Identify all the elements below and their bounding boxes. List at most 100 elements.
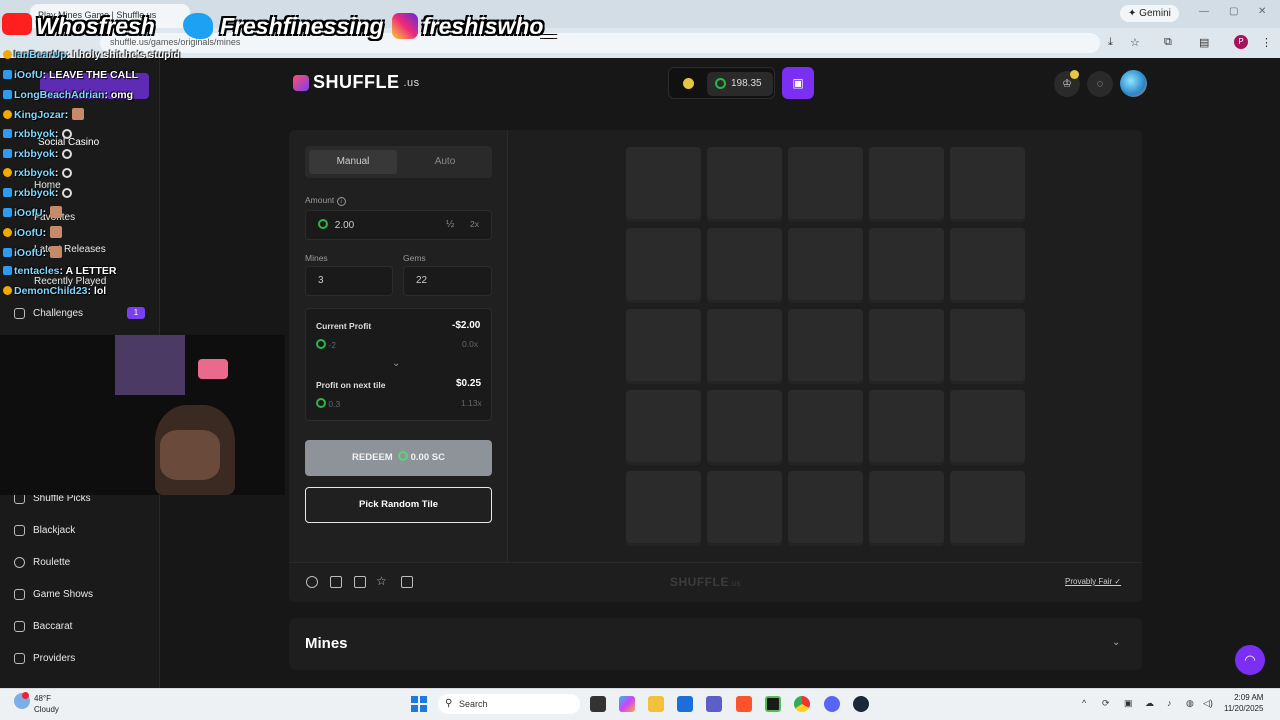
mine-tile[interactable] xyxy=(869,309,944,384)
brave-icon[interactable] xyxy=(736,696,752,712)
site-logo[interactable]: SHUFFLE .us xyxy=(293,72,420,93)
mine-tile[interactable] xyxy=(869,471,944,546)
redeem-button[interactable]: REDEEM 0.00 SC xyxy=(305,440,492,476)
mine-tile[interactable] xyxy=(950,228,1025,303)
user-avatar[interactable] xyxy=(1120,70,1147,97)
chat-overlay: IanBearUp: I holy shit he's stupid iOofU:… xyxy=(0,0,180,300)
mine-tile[interactable] xyxy=(707,147,782,222)
half-button[interactable]: ½ xyxy=(446,219,454,230)
provably-fair-link[interactable]: Provably Fair ✓ xyxy=(1065,577,1121,586)
weather-widget[interactable]: 48°F Cloudy xyxy=(34,693,59,715)
sidepanel-icon[interactable]: ▤ xyxy=(1199,36,1209,49)
mine-tile[interactable] xyxy=(950,147,1025,222)
discord-icon[interactable] xyxy=(824,696,840,712)
steam-icon[interactable] xyxy=(853,696,869,712)
chat-username: KingJozar xyxy=(14,109,65,121)
maximize-icon[interactable]: ▢ xyxy=(1229,6,1238,17)
sidebar-item-providers[interactable]: Providers xyxy=(14,653,75,664)
network-icon[interactable]: ◍ xyxy=(1186,698,1194,709)
kick-app-icon[interactable] xyxy=(765,696,781,712)
tab-manual[interactable]: Manual xyxy=(309,150,397,174)
chat-icon[interactable]: ◌ xyxy=(1087,71,1113,97)
sidebar-item-challenges[interactable]: Challenges xyxy=(14,308,83,319)
balance-display[interactable]: 198.35 xyxy=(707,72,773,96)
copilot-icon[interactable] xyxy=(619,696,635,712)
logo-suffix: .us xyxy=(403,76,420,89)
mine-tile[interactable] xyxy=(626,390,701,465)
info-icon[interactable]: i xyxy=(336,197,346,206)
close-icon[interactable]: ✕ xyxy=(1258,6,1266,17)
mine-tile[interactable] xyxy=(788,309,863,384)
mine-tile[interactable] xyxy=(869,390,944,465)
sidebar-item-blackjack[interactable]: Blackjack xyxy=(14,525,75,536)
chat-emote-icon xyxy=(62,129,73,139)
microphone-icon[interactable]: ♪ xyxy=(1167,698,1172,708)
twitter-icon xyxy=(183,13,213,39)
bookmark-star-icon[interactable]: ☆ xyxy=(1130,36,1140,49)
double-button[interactable]: 2x xyxy=(470,219,479,229)
mine-tile[interactable] xyxy=(707,228,782,303)
mine-tile[interactable] xyxy=(707,471,782,546)
mine-tile[interactable] xyxy=(788,147,863,222)
menu-kebab-icon[interactable]: ⋮ xyxy=(1261,36,1272,49)
mines-select[interactable]: 3 xyxy=(305,266,393,296)
chat-text: : xyxy=(42,247,47,259)
mine-tile[interactable] xyxy=(950,471,1025,546)
stats-chart-icon[interactable] xyxy=(354,576,366,588)
sync-icon[interactable]: ⟳ xyxy=(1102,698,1110,709)
gemini-button[interactable]: ✦ Gemini xyxy=(1120,5,1179,22)
favorite-star-icon[interactable]: ☆ xyxy=(376,574,387,588)
mine-tile[interactable] xyxy=(626,309,701,384)
taskbar-search[interactable]: ⚲ Search xyxy=(438,694,580,714)
mine-tile[interactable] xyxy=(869,228,944,303)
mine-tile[interactable] xyxy=(626,471,701,546)
theatre-mode-icon[interactable] xyxy=(330,576,342,588)
sidebar-item-roulette[interactable]: Roulette xyxy=(14,557,70,568)
webcam-overlay xyxy=(0,335,285,495)
cloud-icon[interactable]: ☁ xyxy=(1145,698,1154,709)
tray-overflow-icon[interactable]: ^ xyxy=(1082,698,1086,708)
chrome-icon[interactable] xyxy=(794,696,810,712)
volume-icon[interactable]: ◁) xyxy=(1203,698,1213,709)
chat-username: LongBeachAdrian xyxy=(14,89,105,101)
wallet-button[interactable]: ▣ xyxy=(782,67,814,99)
teams-icon[interactable] xyxy=(706,696,722,712)
wallet[interactable]: 198.35 xyxy=(668,67,775,99)
profile-avatar[interactable]: P xyxy=(1234,35,1248,49)
clock[interactable]: 2:09 AM 11/20/2025 xyxy=(1224,692,1263,714)
windows-start-icon[interactable] xyxy=(411,696,427,712)
tab-auto[interactable]: Auto xyxy=(401,150,489,174)
sidebar-item-game-shows[interactable]: Game Shows xyxy=(14,589,93,600)
chat-text: : xyxy=(54,167,59,179)
settings-gear-icon[interactable] xyxy=(306,576,318,588)
game-info-section[interactable] xyxy=(289,618,1142,670)
support-headset-icon[interactable]: ◠ xyxy=(1235,645,1265,675)
mine-tile[interactable] xyxy=(788,228,863,303)
chat-text: : xyxy=(64,109,69,121)
next-tile-value: $0.25 xyxy=(456,378,482,389)
mine-tile[interactable] xyxy=(788,390,863,465)
file-explorer-icon[interactable] xyxy=(648,696,664,712)
mine-tile[interactable] xyxy=(869,147,944,222)
mine-tile[interactable] xyxy=(950,309,1025,384)
mine-tile[interactable] xyxy=(626,228,701,303)
install-icon[interactable]: ⤓ xyxy=(1108,36,1113,49)
pick-random-tile-button[interactable]: Pick Random Tile xyxy=(305,487,492,523)
terminal-icon[interactable]: ▣ xyxy=(1124,698,1133,709)
task-view-icon[interactable] xyxy=(590,696,606,712)
mine-tile[interactable] xyxy=(707,390,782,465)
minimize-icon[interactable]: — xyxy=(1199,6,1209,17)
sidebar-item-baccarat[interactable]: Baccarat xyxy=(14,621,72,632)
chevron-down-icon[interactable]: ⌄ xyxy=(392,358,400,369)
gold-coin-icon[interactable] xyxy=(683,78,694,89)
store-icon[interactable] xyxy=(677,696,693,712)
chat-badge-icon xyxy=(3,228,12,237)
amount-input[interactable]: 2.00 ½ 2x xyxy=(305,210,492,240)
hotkeys-icon[interactable] xyxy=(401,576,413,588)
extensions-icon[interactable]: ⧉ xyxy=(1164,36,1172,49)
mine-tile[interactable] xyxy=(788,471,863,546)
mine-tile[interactable] xyxy=(707,309,782,384)
mine-tile[interactable] xyxy=(626,147,701,222)
mine-tile[interactable] xyxy=(950,390,1025,465)
chevron-down-icon[interactable]: ⌄ xyxy=(1112,637,1120,648)
